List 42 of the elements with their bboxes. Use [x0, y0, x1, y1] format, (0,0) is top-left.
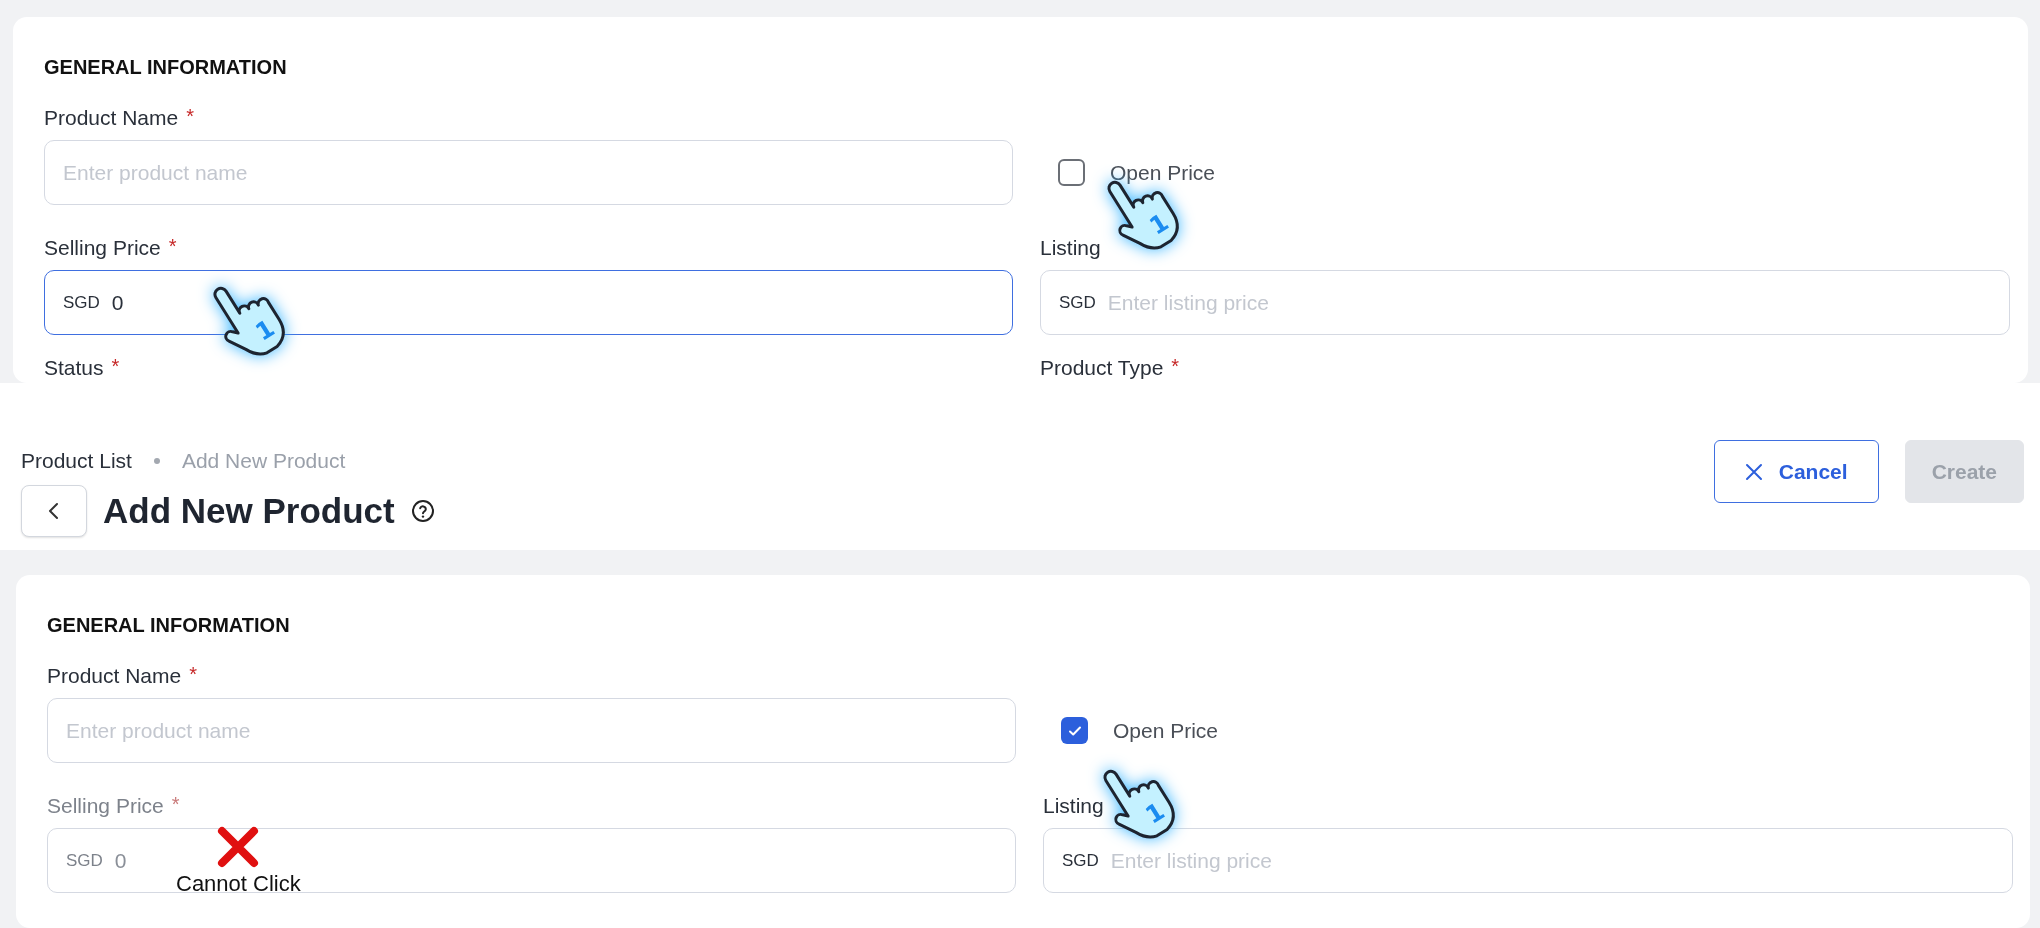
- required-mark: *: [111, 356, 120, 376]
- checkbox-label: Open Price: [1110, 160, 1216, 185]
- price-field[interactable]: SGD Enter listing price: [1040, 270, 2010, 335]
- field-label: Status: [44, 356, 104, 380]
- currency-prefix: SGD: [63, 292, 100, 313]
- field-label: Listing: [1043, 794, 1104, 818]
- breadcrumb-separator: [153, 457, 160, 464]
- required-mark: *: [186, 106, 195, 126]
- field-label: Listing: [1040, 236, 1101, 260]
- checkbox[interactable]: [1061, 717, 1088, 744]
- section-heading: GENERAL INFORMATION: [44, 55, 288, 79]
- price-field[interactable]: SGD Enter listing price: [1043, 828, 2013, 893]
- field-label: Product Type: [1040, 356, 1164, 380]
- checkbox-label: Open Price: [1113, 718, 1219, 743]
- field-label: Product Name: [47, 664, 182, 688]
- cross-icon: [216, 825, 261, 869]
- price-input[interactable]: 0: [111, 290, 994, 315]
- text-field[interactable]: Enter product name: [47, 698, 1016, 763]
- cancel-button[interactable]: Cancel: [1713, 440, 1879, 503]
- checkbox[interactable]: [1058, 159, 1085, 186]
- section-heading: GENERAL INFORMATION: [47, 613, 291, 637]
- field-label: Selling Price: [44, 236, 161, 260]
- help-icon[interactable]: [410, 498, 435, 523]
- required-mark: *: [1171, 356, 1180, 376]
- check-icon: [1067, 724, 1082, 737]
- page-title: Add New Product: [103, 490, 395, 531]
- breadcrumb-link[interactable]: Product List: [21, 448, 132, 473]
- price-input[interactable]: Enter listing price: [1107, 290, 1991, 315]
- field-label: Product Name: [44, 106, 179, 130]
- text-field[interactable]: Enter product name: [44, 140, 1013, 205]
- close-icon: [1744, 462, 1763, 481]
- chevron-left-icon: [47, 500, 61, 521]
- currency-prefix: SGD: [66, 850, 103, 871]
- field-label: Selling Price: [47, 794, 164, 818]
- currency-prefix: SGD: [1062, 850, 1099, 871]
- currency-prefix: SGD: [1059, 292, 1096, 313]
- required-mark: *: [168, 236, 177, 256]
- required-mark: *: [171, 794, 180, 814]
- text-input[interactable]: Enter product name: [66, 718, 997, 743]
- text-input[interactable]: Enter product name: [63, 160, 994, 185]
- price-input[interactable]: Enter listing price: [1110, 848, 1994, 873]
- required-mark: *: [189, 664, 198, 684]
